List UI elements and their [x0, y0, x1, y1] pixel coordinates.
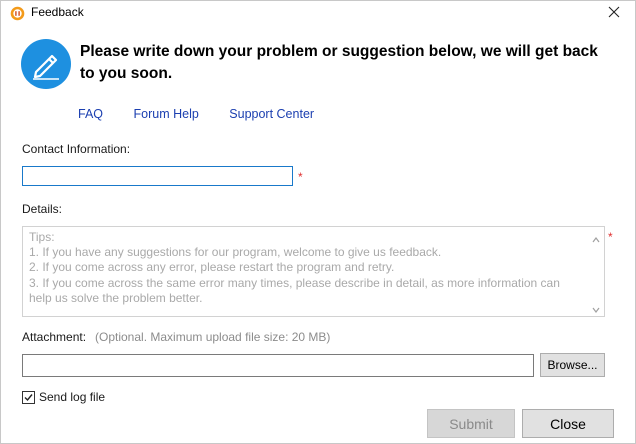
support-center-link[interactable]: Support Center — [229, 107, 314, 121]
close-button[interactable]: Close — [522, 409, 614, 438]
send-log-checkbox[interactable] — [22, 391, 35, 404]
window-close-button[interactable] — [599, 1, 629, 25]
pencil-feedback-icon — [21, 39, 71, 89]
checkmark-icon — [24, 394, 33, 402]
scroll-up-icon[interactable] — [592, 233, 600, 243]
close-icon — [608, 6, 620, 21]
send-log-label: Send log file — [39, 390, 106, 404]
audio-app-icon — [10, 6, 25, 21]
details-scrollbar[interactable] — [588, 227, 604, 316]
details-placeholder: Tips: 1. If you have any suggestions for… — [29, 230, 560, 305]
title-bar: Feedback — [1, 1, 635, 25]
contact-input[interactable] — [22, 166, 293, 186]
details-textarea[interactable]: Tips: 1. If you have any suggestions for… — [22, 226, 605, 317]
window-title: Feedback — [31, 5, 84, 19]
feedback-window: Feedback Please write down your problem … — [0, 0, 636, 444]
submit-button[interactable]: Submit — [427, 409, 515, 438]
attachment-label: Attachment: — [22, 330, 87, 344]
contact-label: Contact Information: — [22, 142, 131, 156]
details-required-mark: * — [608, 230, 613, 244]
help-links: FAQ Forum Help Support Center — [78, 107, 341, 121]
page-headline: Please write down your problem or sugges… — [80, 43, 598, 82]
attachment-path-input[interactable] — [22, 354, 534, 377]
contact-required-mark: * — [298, 170, 303, 184]
scroll-down-icon[interactable] — [592, 303, 600, 313]
forum-help-link[interactable]: Forum Help — [134, 107, 199, 121]
details-label: Details: — [22, 202, 63, 216]
browse-button[interactable]: Browse... — [540, 353, 605, 377]
faq-link[interactable]: FAQ — [78, 107, 103, 121]
attachment-hint: (Optional. Maximum upload file size: 20 … — [95, 330, 331, 344]
